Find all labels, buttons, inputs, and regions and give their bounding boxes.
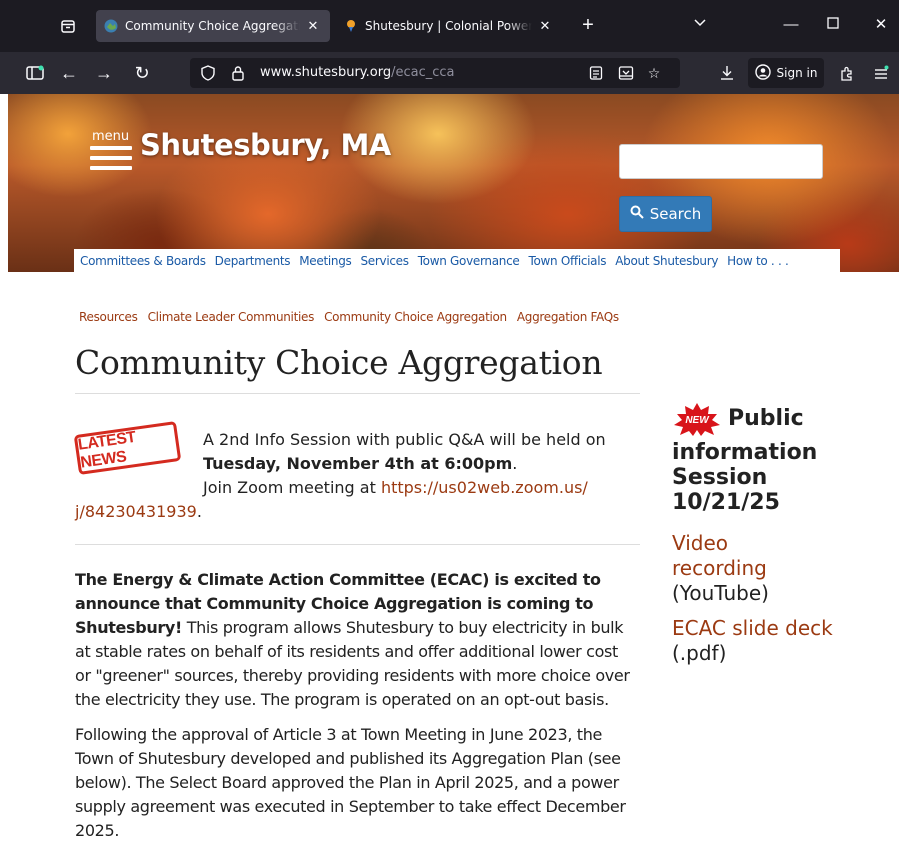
menu-button[interactable]: menu bbox=[90, 130, 134, 174]
chevron-down-icon[interactable] bbox=[688, 14, 712, 36]
nav-meetings[interactable]: Meetings bbox=[299, 254, 352, 268]
sidebar: NEW Public information Session 10/21/25 … bbox=[672, 402, 872, 666]
lock-icon[interactable] bbox=[230, 65, 246, 81]
shield-icon[interactable] bbox=[200, 65, 216, 81]
nav-departments[interactable]: Departments bbox=[215, 254, 291, 268]
menu-label: menu bbox=[92, 129, 130, 144]
nav-services[interactable]: Services bbox=[360, 254, 409, 268]
new-tab-icon[interactable]: + bbox=[576, 14, 600, 36]
header-banner-image bbox=[8, 94, 899, 272]
close-tab-icon[interactable]: ✕ bbox=[536, 19, 554, 34]
slide-deck-link[interactable]: ECAC slide deck bbox=[672, 616, 833, 640]
subnav-cca[interactable]: Community Choice Aggregation bbox=[324, 310, 507, 324]
reader-view-icon[interactable] bbox=[588, 65, 604, 81]
bookmark-star-icon[interactable]: ☆ bbox=[646, 65, 662, 81]
video-recording-link[interactable]: Video recording bbox=[672, 531, 792, 581]
site-favicon-icon bbox=[104, 19, 118, 33]
downloads-icon[interactable] bbox=[714, 60, 740, 86]
intro-paragraph: The Energy & Climate Action Committee (E… bbox=[75, 570, 630, 709]
divider bbox=[75, 393, 640, 394]
nav-committees-boards[interactable]: Committees & Boards bbox=[80, 254, 206, 268]
slide-deck-item: ECAC slide deck (.pdf) bbox=[672, 616, 833, 665]
hamburger-icon bbox=[90, 146, 132, 150]
video-item: Video recording (YouTube) bbox=[672, 531, 872, 606]
search-input[interactable] bbox=[619, 144, 823, 179]
back-icon[interactable]: ← bbox=[56, 60, 82, 86]
nav-town-governance[interactable]: Town Governance bbox=[418, 254, 520, 268]
browser-tab-bar: Community Choice Aggregation ✕ Shutesbur… bbox=[0, 0, 899, 52]
nav-how-to[interactable]: How to . . . bbox=[727, 254, 789, 268]
close-window-icon[interactable]: ✕ bbox=[869, 14, 893, 36]
new-badge-icon: NEW bbox=[672, 402, 722, 436]
history-paragraph: Following the approval of Article 3 at T… bbox=[75, 725, 626, 840]
tab-title: Shutesbury | Colonial Power Group bbox=[365, 19, 532, 33]
section-subnav: Resources Climate Leader Communities Com… bbox=[79, 310, 629, 324]
sidebar-heading: NEW Public information Session 10/21/25 bbox=[672, 402, 872, 515]
subnav-resources[interactable]: Resources bbox=[79, 310, 138, 324]
tab-colonial-power[interactable]: Shutesbury | Colonial Power Group ✕ bbox=[336, 10, 562, 42]
url-bar[interactable]: www.shutesbury.org/ecac_cca ☆ bbox=[190, 58, 680, 88]
sign-in-button[interactable]: Sign in bbox=[748, 58, 824, 88]
nav-town-officials[interactable]: Town Officials bbox=[528, 254, 606, 268]
account-icon bbox=[754, 63, 771, 83]
maximize-icon[interactable] bbox=[821, 14, 845, 36]
pin-favicon-icon bbox=[344, 19, 358, 33]
news-date: Tuesday, November 4th at 6:00pm bbox=[203, 454, 513, 473]
tab-list-icon[interactable] bbox=[56, 14, 80, 38]
tab-community-choice[interactable]: Community Choice Aggregation ✕ bbox=[96, 10, 330, 42]
app-menu-icon[interactable] bbox=[868, 60, 894, 86]
zoom-link[interactable]: https://us02web.zoom.us/ bbox=[381, 478, 588, 497]
page-title: Community Choice Aggregation bbox=[75, 343, 603, 382]
search-button[interactable]: Search bbox=[619, 196, 712, 232]
search-icon bbox=[630, 205, 644, 223]
extensions-icon[interactable] bbox=[834, 60, 860, 86]
close-tab-icon[interactable]: ✕ bbox=[304, 19, 322, 34]
subnav-climate-leader[interactable]: Climate Leader Communities bbox=[148, 310, 315, 324]
browser-toolbar: ← → ↻ www.shutesbury.org/ecac_cca ☆ Sign… bbox=[0, 52, 899, 94]
zoom-link-cont[interactable]: j/84230431939 bbox=[75, 502, 197, 521]
latest-news-stamp: LATEST NEWS bbox=[73, 421, 182, 475]
save-to-pocket-icon[interactable] bbox=[618, 65, 634, 81]
new-badge-text: NEW bbox=[685, 415, 710, 426]
main-navigation: Committees & Boards Departments Meetings… bbox=[74, 249, 840, 272]
divider bbox=[75, 544, 640, 545]
minimize-icon[interactable]: — bbox=[779, 14, 803, 36]
news-line: A 2nd Info Session with public Q&A will … bbox=[203, 430, 606, 449]
nav-about-shutesbury[interactable]: About Shutesbury bbox=[615, 254, 718, 268]
site-title[interactable]: Shutesbury, MA bbox=[140, 128, 391, 162]
tab-title: Community Choice Aggregation bbox=[125, 19, 300, 33]
subnav-faqs[interactable]: Aggregation FAQs bbox=[517, 310, 619, 324]
url-text[interactable]: www.shutesbury.org/ecac_cca bbox=[260, 65, 455, 80]
forward-icon[interactable]: → bbox=[91, 60, 117, 86]
sidebar-toggle-icon[interactable] bbox=[22, 60, 48, 86]
reload-icon[interactable]: ↻ bbox=[129, 60, 155, 86]
